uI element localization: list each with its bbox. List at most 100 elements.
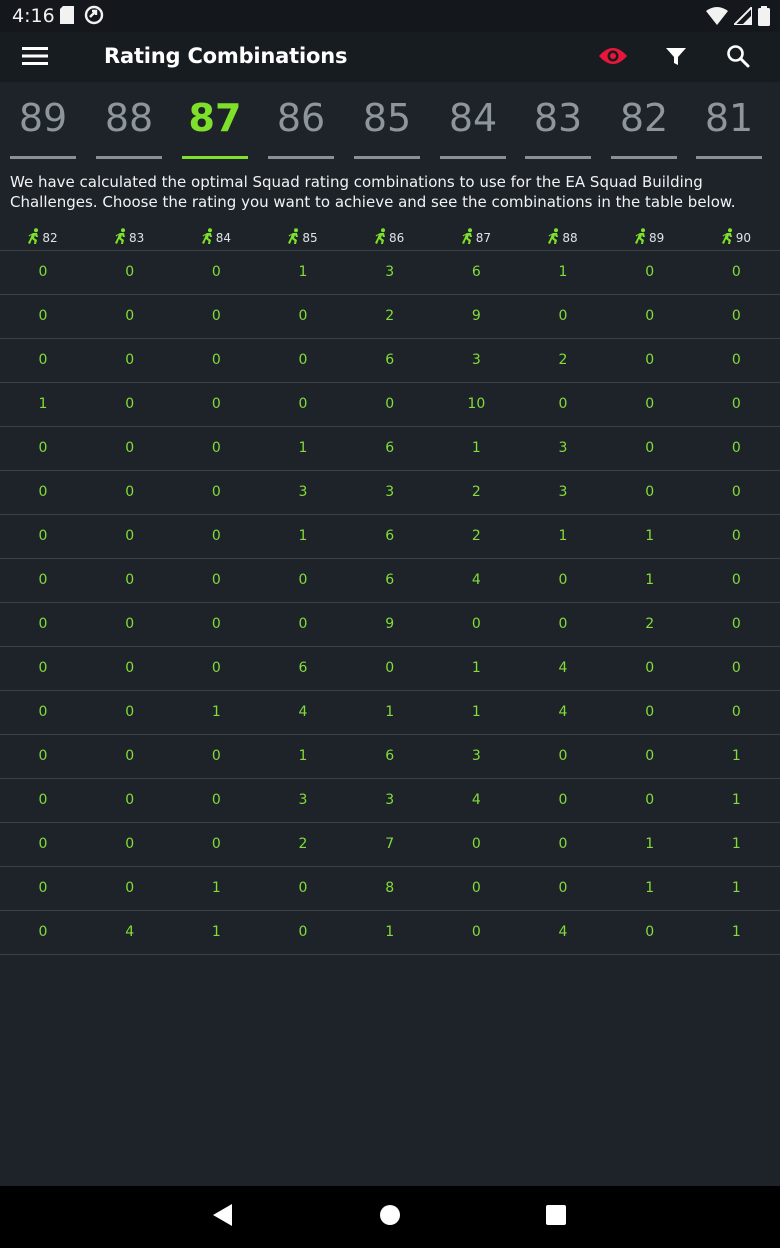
tab-84[interactable]: 84 (440, 82, 506, 162)
tab-label: 89 (18, 96, 68, 140)
table-cell: 3 (298, 484, 308, 500)
table-cell: 1 (731, 748, 741, 764)
table-cell: 1 (645, 836, 655, 852)
table-cell: 0 (731, 264, 741, 280)
table-cell: 2 (385, 308, 395, 324)
tab-86[interactable]: 86 (268, 82, 334, 162)
home-button[interactable] (370, 1202, 410, 1232)
table-cell: 1 (471, 660, 481, 676)
table-cell: 0 (558, 572, 568, 588)
recents-button[interactable] (536, 1202, 576, 1232)
table-row[interactable]: 0 0 0 0 2 9 0 0 0 (0, 295, 780, 339)
signal-icon (731, 4, 753, 29)
tab-89[interactable]: 89 (10, 82, 76, 162)
table-cell: 0 (38, 572, 48, 588)
table-row[interactable]: 0 0 0 2 7 0 0 1 1 (0, 823, 780, 867)
table-cell: 0 (211, 308, 221, 324)
column-header-83: 83 (87, 228, 173, 245)
table-cell: 0 (558, 792, 568, 808)
table-cell: 1 (298, 748, 308, 764)
table-row[interactable]: 0 0 1 0 8 0 0 1 1 (0, 867, 780, 911)
app-bar: Rating Combinations (0, 32, 780, 82)
table-cell: 2 (298, 836, 308, 852)
table-cell: 0 (471, 836, 481, 852)
eye-icon (598, 46, 628, 70)
table-cell: 1 (471, 704, 481, 720)
table-cell: 4 (558, 704, 568, 720)
table-cell: 4 (125, 924, 135, 940)
table-row[interactable]: 0 0 0 0 6 4 0 1 0 (0, 559, 780, 603)
table-row[interactable]: 0 0 0 3 3 4 0 0 1 (0, 779, 780, 823)
table-row[interactable]: 0 0 0 1 6 1 3 0 0 (0, 427, 780, 471)
menu-button[interactable] (22, 40, 70, 76)
table-row[interactable]: 0 0 0 6 0 1 4 0 0 (0, 647, 780, 691)
table-cell: 1 (731, 880, 741, 896)
column-header-label: 84 (215, 231, 231, 245)
menu-icon (22, 46, 48, 70)
table-cell: 0 (125, 528, 135, 544)
page-title: Rating Combinations (104, 44, 348, 68)
table-cell: 0 (471, 616, 481, 632)
table-cell: 6 (385, 352, 395, 368)
navigation-bar (0, 1186, 780, 1248)
tab-82[interactable]: 82 (611, 82, 677, 162)
table-row[interactable]: 0 4 1 0 1 0 4 0 1 (0, 911, 780, 955)
tab-label: 84 (448, 96, 498, 140)
column-header-label: 88 (562, 231, 578, 245)
table-cell: 3 (471, 352, 481, 368)
column-header-82: 82 (0, 228, 86, 245)
table-cell: 0 (125, 484, 135, 500)
table-row[interactable]: 0 0 0 0 9 0 0 2 0 (0, 603, 780, 647)
tab-83[interactable]: 83 (525, 82, 591, 162)
back-button[interactable] (203, 1202, 243, 1232)
tab-87[interactable]: 87 (182, 82, 248, 162)
table-cell: 0 (211, 660, 221, 676)
table-cell: 0 (211, 440, 221, 456)
table-cell: 0 (298, 616, 308, 632)
column-header-label: 86 (389, 231, 405, 245)
tab-underline (440, 156, 506, 159)
table-cell: 1 (558, 264, 568, 280)
table-cell: 0 (125, 572, 135, 588)
tab-88[interactable]: 88 (96, 82, 162, 162)
tab-underline (696, 156, 762, 159)
table-cell: 0 (645, 748, 655, 764)
table-row[interactable]: 0 0 0 1 3 6 1 0 0 (0, 251, 780, 295)
tab-underline (525, 156, 591, 159)
table-cell: 3 (558, 484, 568, 500)
table-cell: 0 (645, 308, 655, 324)
table-cell: 1 (298, 528, 308, 544)
table-cell: 0 (38, 264, 48, 280)
table-cell: 0 (38, 924, 48, 940)
table-cell: 0 (125, 660, 135, 676)
status-left-icons (60, 5, 104, 29)
table-cell: 3 (385, 792, 395, 808)
table-cell: 1 (211, 704, 221, 720)
table-row[interactable]: 1 0 0 0 0 10 0 0 0 (0, 383, 780, 427)
table-row[interactable]: 0 0 0 0 6 3 2 0 0 (0, 339, 780, 383)
table-cell: 0 (645, 264, 655, 280)
tab-label: 86 (276, 96, 326, 140)
table-cell: 0 (211, 792, 221, 808)
filter-button[interactable] (656, 40, 696, 76)
table-row[interactable]: 0 0 0 3 3 2 3 0 0 (0, 471, 780, 515)
tab-underline (182, 156, 248, 159)
table-cell: 0 (298, 308, 308, 324)
intro-text: We have calculated the optimal Squad rat… (10, 173, 736, 211)
tab-85[interactable]: 85 (354, 82, 420, 162)
visibility-button[interactable] (593, 40, 633, 76)
table-cell: 0 (298, 880, 308, 896)
table-cell: 0 (211, 484, 221, 500)
table-cell: 0 (385, 396, 395, 412)
table-row[interactable]: 0 0 0 1 6 2 1 1 0 (0, 515, 780, 559)
rating-tabs: 89 88 87 86 85 84 83 82 81 (0, 82, 780, 166)
table-cell: 0 (645, 484, 655, 500)
table-row[interactable]: 0 0 1 4 1 1 4 0 0 (0, 691, 780, 735)
table-cell: 0 (125, 264, 135, 280)
tab-81[interactable]: 81 (696, 82, 762, 162)
table-cell: 0 (298, 924, 308, 940)
search-button[interactable] (718, 40, 758, 76)
table-cell: 0 (645, 396, 655, 412)
table-cell: 3 (471, 748, 481, 764)
table-row[interactable]: 0 0 0 1 6 3 0 0 1 (0, 735, 780, 779)
